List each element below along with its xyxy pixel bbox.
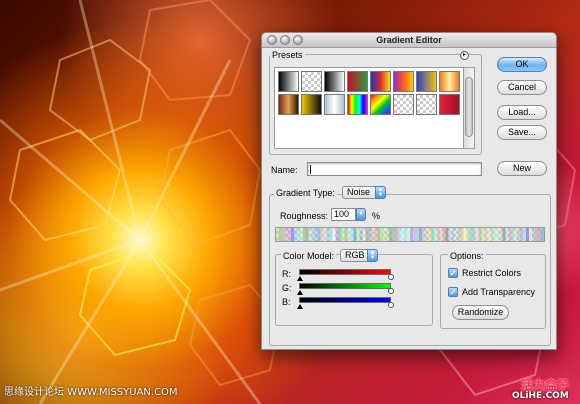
- preset-swatch[interactable]: [324, 71, 345, 92]
- cancel-button[interactable]: Cancel: [497, 80, 547, 95]
- channel-r-min-handle[interactable]: [297, 276, 303, 281]
- updown-arrows-icon: ▲ ▼: [367, 249, 378, 262]
- presets-menu-icon[interactable]: ▸: [460, 51, 469, 60]
- roughness-dropdown-icon[interactable]: ▼: [356, 208, 366, 221]
- presets-label: Presets: [270, 50, 305, 60]
- roughness-input[interactable]: 100: [331, 208, 356, 221]
- preset-swatch[interactable]: [393, 71, 414, 92]
- gradient-type-value: Noise: [347, 187, 371, 197]
- add-transparency-label: Add Transparency: [462, 287, 536, 297]
- channel-b-label: B:: [282, 297, 291, 307]
- preset-swatch[interactable]: [278, 71, 299, 92]
- restrict-colors-checkbox[interactable]: ✓: [448, 268, 458, 278]
- preset-swatch[interactable]: [347, 71, 368, 92]
- swatch-grid: [278, 71, 460, 115]
- new-button[interactable]: New: [497, 161, 547, 176]
- load-button[interactable]: Load...: [497, 105, 547, 120]
- preset-swatch[interactable]: [416, 94, 437, 115]
- preset-swatch[interactable]: [439, 71, 460, 92]
- color-model-label: Color Model:: [281, 251, 337, 261]
- preset-swatch[interactable]: [439, 94, 460, 115]
- title-bar[interactable]: Gradient Editor: [262, 33, 556, 48]
- channel-g-min-handle[interactable]: [297, 290, 303, 295]
- save-button[interactable]: Save...: [497, 125, 547, 140]
- preset-swatch[interactable]: [278, 94, 299, 115]
- preset-swatch[interactable]: [347, 94, 368, 115]
- preset-swatch[interactable]: [370, 71, 391, 92]
- window-title: Gradient Editor: [376, 35, 442, 45]
- roughness-unit: %: [372, 211, 381, 221]
- noise-gradient-preview: [275, 227, 545, 242]
- name-label: Name:: [271, 165, 298, 175]
- preset-swatch[interactable]: [370, 94, 391, 115]
- text-caret: [310, 165, 311, 174]
- channel-r-slider[interactable]: [299, 269, 391, 275]
- gradient-type-label: Gradient Type:: [274, 188, 337, 198]
- presets-swatch-list: [274, 67, 464, 149]
- preset-swatch[interactable]: [324, 94, 345, 115]
- preset-swatch[interactable]: [393, 94, 414, 115]
- color-model-value: RGB: [345, 250, 365, 260]
- options-label: Options:: [448, 251, 486, 261]
- ok-button[interactable]: OK: [497, 57, 547, 72]
- color-model-select[interactable]: RGB ▲ ▼: [340, 249, 378, 262]
- roughness-label: Roughness:: [280, 211, 329, 221]
- channel-b-max-handle[interactable]: [388, 302, 394, 308]
- preset-swatch[interactable]: [301, 94, 322, 115]
- updown-arrows-icon: ▲ ▼: [375, 186, 386, 199]
- gradient-editor-window: Gradient Editor Presets ▸ OK Cancel Load…: [261, 32, 557, 350]
- channel-g-slider[interactable]: [299, 283, 391, 289]
- preset-swatch[interactable]: [416, 71, 437, 92]
- channel-b-slider[interactable]: [299, 297, 391, 303]
- channel-r-max-handle[interactable]: [388, 274, 394, 280]
- add-transparency-checkbox[interactable]: ✓: [448, 287, 458, 297]
- channel-g-max-handle[interactable]: [388, 288, 394, 294]
- watermark-right-url: OLiHE.COM: [512, 391, 569, 401]
- randomize-button[interactable]: Randomize: [452, 305, 509, 320]
- watermark-left: 思缘设计论坛 WWW.MISSYUAN.COM: [4, 387, 178, 398]
- channel-b-min-handle[interactable]: [297, 304, 303, 309]
- channel-g-label: G:: [282, 283, 292, 293]
- gradient-type-select[interactable]: Noise ▲ ▼: [342, 186, 386, 199]
- preset-swatch[interactable]: [301, 71, 322, 92]
- channel-r-label: R:: [282, 269, 291, 279]
- name-field[interactable]: [307, 162, 482, 176]
- restrict-colors-label: Restrict Colors: [462, 268, 522, 278]
- presets-scroll-thumb[interactable]: [465, 77, 473, 137]
